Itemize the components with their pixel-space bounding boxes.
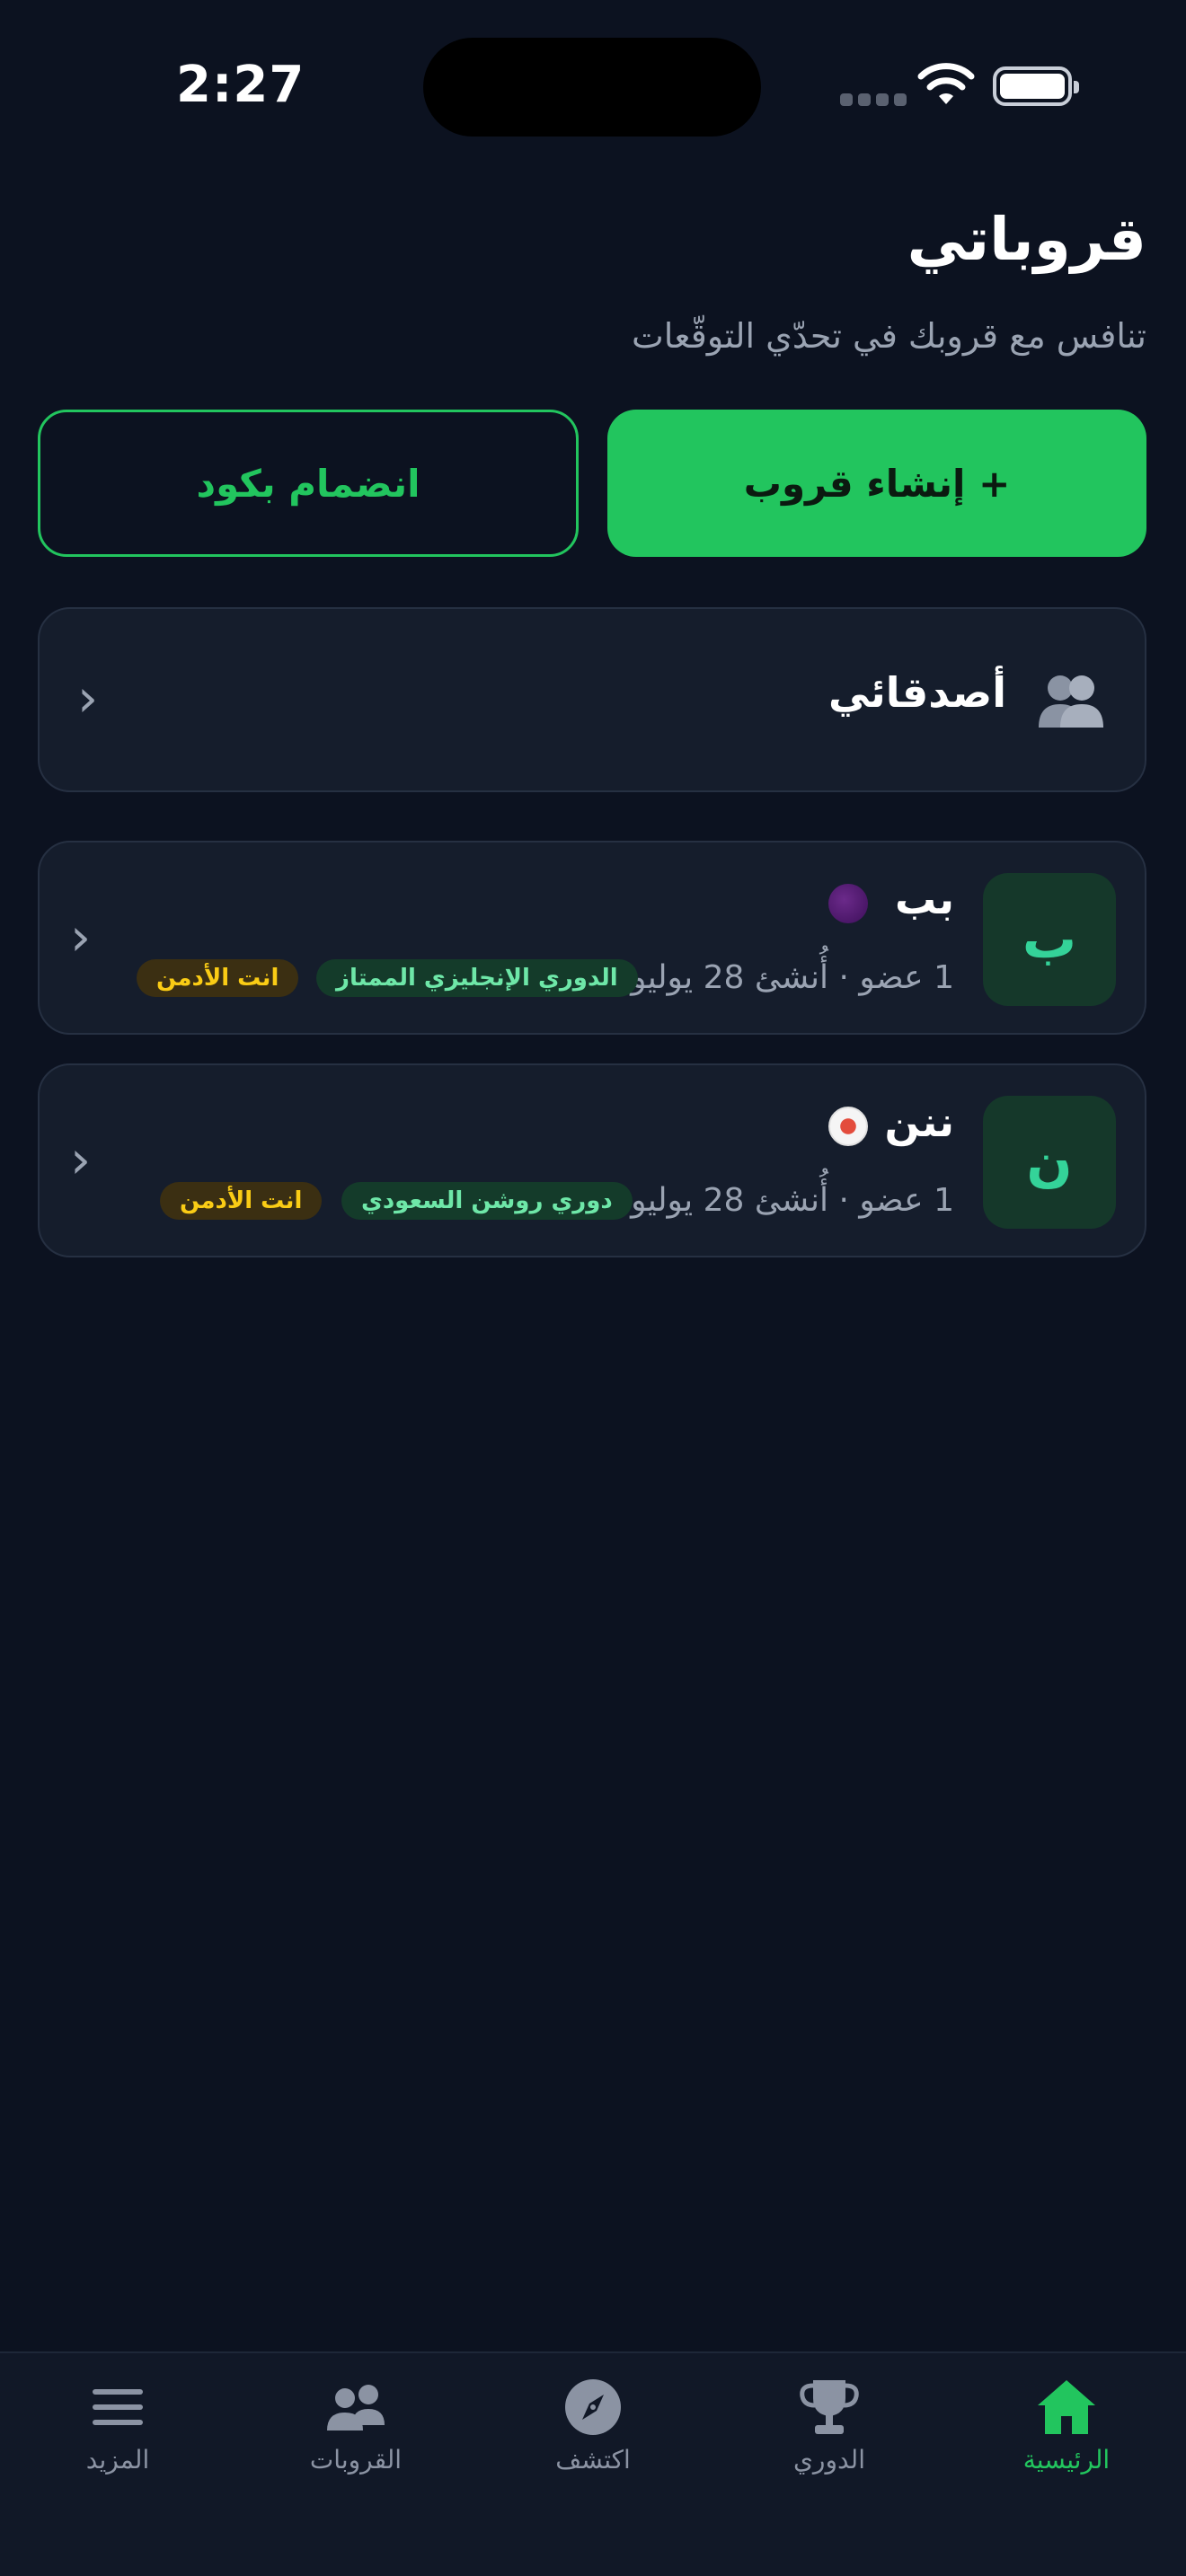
cellular-signal-icon (840, 93, 907, 106)
friends-label: أصدقائي (828, 668, 1006, 717)
status-time: 2:27 (176, 56, 305, 114)
friends-card[interactable]: أصدقائي › (38, 607, 1146, 792)
tab-label: اكتشف (555, 2445, 631, 2475)
league-tag: دوري روشن السعودي (341, 1182, 633, 1220)
roshn-league-icon (828, 1107, 868, 1146)
tab-label: الرئيسية (1022, 2445, 1111, 2475)
home-icon (1038, 2380, 1095, 2434)
friends-icon (1039, 675, 1103, 728)
page-title: قروباتي (907, 205, 1146, 274)
group-card[interactable]: ب بب 1 عضو · أُنشئ 28 يوليو الدوري الإنج… (38, 841, 1146, 1035)
wifi-icon (917, 63, 975, 104)
admin-badge: انت الأدمن (160, 1182, 323, 1220)
tab-more[interactable]: المزيد (28, 2375, 208, 2475)
people-icon (327, 2385, 385, 2430)
tab-explore[interactable]: اكتشف (503, 2375, 683, 2475)
tab-home[interactable]: الرئيسية (977, 2375, 1156, 2475)
page-subtitle: تنافس مع قروبك في تحدّي التوقّعات (631, 316, 1146, 356)
compass-icon (565, 2379, 621, 2435)
status-bar: 2:27 (0, 0, 1186, 171)
dynamic-island (423, 38, 761, 137)
league-tag: الدوري الإنجليزي الممتاز (316, 959, 638, 997)
group-meta: 1 عضو · أُنشئ 28 يوليو (631, 959, 954, 996)
premier-league-icon (828, 884, 868, 923)
tab-label: المزيد (85, 2445, 150, 2475)
menu-icon (93, 2389, 143, 2425)
group-name: بب (895, 875, 954, 923)
group-name: ننن (884, 1098, 954, 1146)
tab-label: القروبات (309, 2445, 403, 2475)
tab-label: الدوري (793, 2445, 865, 2475)
group-meta: 1 عضو · أُنشئ 28 يوليو (631, 1182, 954, 1219)
join-by-code-button[interactable]: انضمام بكود (38, 410, 579, 557)
chevron-right-icon: › (70, 1129, 92, 1190)
tab-bar: الرئيسية الدوري اكتشف القروبات المزيد (0, 2351, 1186, 2576)
trophy-icon (800, 2380, 859, 2434)
group-avatar: ب (983, 873, 1116, 1006)
create-group-button[interactable]: + إنشاء قروب (607, 410, 1146, 557)
tab-groups[interactable]: القروبات (266, 2375, 446, 2475)
admin-badge: انت الأدمن (137, 959, 299, 997)
battery-icon (993, 66, 1079, 106)
chevron-right-icon: › (77, 667, 99, 728)
chevron-right-icon: › (70, 906, 92, 967)
tab-league[interactable]: الدوري (739, 2375, 919, 2475)
group-card[interactable]: ن ننن 1 عضو · أُنشئ 28 يوليو دوري روشن ا… (38, 1063, 1146, 1257)
group-avatar: ن (983, 1096, 1116, 1229)
